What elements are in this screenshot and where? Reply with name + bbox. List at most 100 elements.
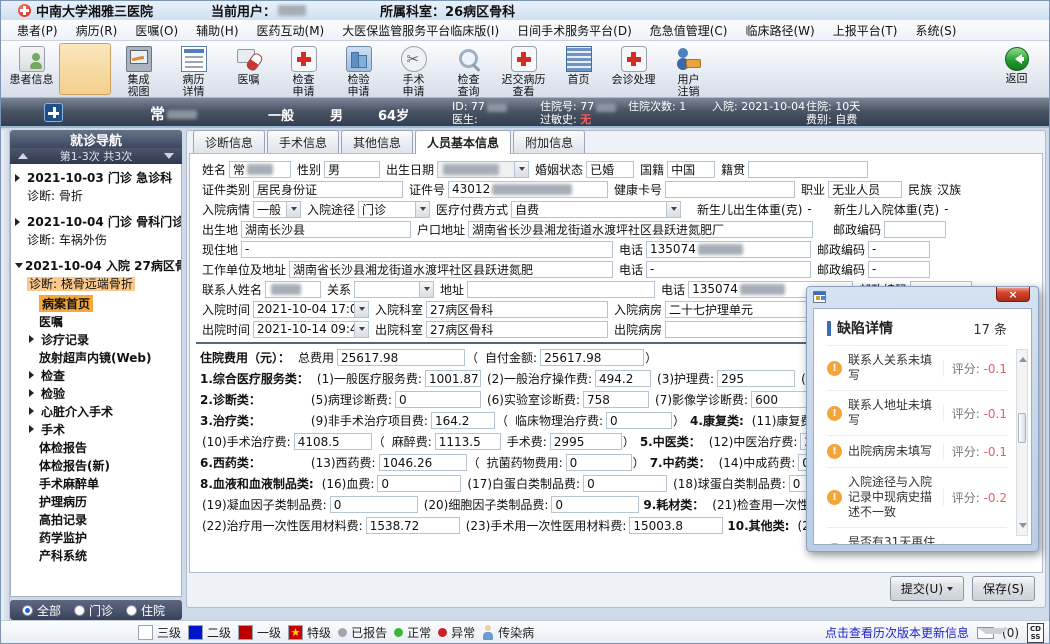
sidebar-item[interactable]: 病案首页 <box>11 294 181 312</box>
homepage-button[interactable]: 首页 <box>551 43 606 98</box>
filter-radio[interactable]: 全部 <box>22 602 61 619</box>
version-info-link[interactable]: 点击查看历次版本更新信息 <box>825 624 969 641</box>
close-button[interactable]: × <box>996 287 1030 302</box>
exam-query-button[interactable]: 检查 查询 <box>441 43 496 98</box>
lab-request-button[interactable]: 检验 申请 <box>331 43 386 98</box>
exam-request-button[interactable]: 检查 申请 <box>276 43 331 98</box>
field-input[interactable] <box>665 181 795 198</box>
field-input[interactable]: 湖南省长沙县湘龙街道水渡坪社区县跃进氮肥厂 <box>468 221 813 238</box>
field-input[interactable]: 门诊 <box>358 201 430 218</box>
save-button[interactable]: 保存(S) <box>972 576 1035 601</box>
late-record-view-button[interactable]: 迟交病历 查看 <box>496 43 551 98</box>
field-input[interactable]: 2021-10-04 17:03 <box>253 301 369 318</box>
sidebar-item[interactable]: 检验 <box>11 384 181 402</box>
user-logout-button[interactable]: 用户 注销 <box>661 43 716 98</box>
field-input[interactable]: 常 <box>229 161 291 178</box>
field-input[interactable]: - <box>646 261 811 278</box>
tab[interactable]: 手术信息 <box>267 130 339 153</box>
sidebar-item[interactable]: 手术 <box>11 420 181 438</box>
patient-info-button[interactable]: 患者信息 <box>4 43 59 98</box>
next-visit-button[interactable] <box>164 153 174 164</box>
submit-button[interactable]: 提交(U) <box>890 576 964 601</box>
expand-arrow-icon[interactable] <box>15 218 24 226</box>
field-input[interactable]: 4108.5 <box>294 433 372 450</box>
field-input[interactable]: 中国 <box>667 161 715 178</box>
field-input[interactable]: 25617.98 <box>540 349 644 366</box>
field-input[interactable]: 43012 <box>448 181 608 198</box>
menu-item[interactable]: 临床路径(W) <box>737 20 824 41</box>
dropdown-arrow-icon[interactable] <box>419 282 433 297</box>
mail-icon[interactable] <box>977 627 994 639</box>
field-input[interactable]: 164.2 <box>431 412 495 429</box>
back-button[interactable]: 返回 <box>989 44 1044 96</box>
menu-item[interactable]: 危急值管理(C) <box>641 20 737 41</box>
sidebar-item[interactable]: 护理病历 <box>11 492 181 510</box>
field-input[interactable]: 494.2 <box>595 370 651 387</box>
field-input[interactable] <box>265 281 321 298</box>
dropdown-arrow-icon[interactable] <box>514 162 528 177</box>
dropdown-arrow-icon[interactable] <box>354 322 368 337</box>
field-input[interactable]: 居民身份证 <box>253 181 403 198</box>
menu-item[interactable]: 上报平台(T) <box>824 20 907 41</box>
consult-handle-button[interactable]: 会诊处理 <box>606 43 661 98</box>
dropdown-arrow-icon[interactable] <box>354 302 368 317</box>
visit-item[interactable]: 2021-10-04 门诊 骨科门诊 <box>11 211 181 231</box>
visit-item[interactable]: 2021-10-03 门诊 急诊科 <box>11 167 181 187</box>
field-input[interactable]: 295 <box>717 370 795 387</box>
field-input[interactable]: 1046.26 <box>379 454 467 471</box>
field-input[interactable]: 1538.72 <box>366 517 460 534</box>
field-input[interactable]: 湖南省长沙县湘龙街道水渡坪社区县跃进氮肥 <box>289 261 613 278</box>
field-input[interactable]: 758 <box>583 391 649 408</box>
sidebar-item[interactable]: 产科系统 <box>11 546 181 564</box>
menu-item[interactable]: 患者(P) <box>8 20 67 41</box>
popup-title-bar[interactable]: × <box>807 287 1038 308</box>
tab[interactable]: 人员基本信息 <box>415 130 511 154</box>
menu-item[interactable]: 医药互动(M) <box>248 20 334 41</box>
field-input[interactable]: 已婚 <box>586 161 634 178</box>
sidebar-item[interactable]: 体检报告(新) <box>11 456 181 474</box>
field-input[interactable]: 15003.8 <box>629 517 723 534</box>
sidebar-item[interactable]: 检查 <box>11 366 181 384</box>
field-input[interactable]: 无业人员 <box>828 181 902 198</box>
visit-item[interactable]: 2021-10-04 入院 27病区骨科 <box>11 255 181 275</box>
field-input[interactable]: 0 <box>583 475 667 492</box>
expand-arrow-icon[interactable] <box>15 263 23 272</box>
field-input[interactable]: 1113.5 <box>435 433 501 450</box>
sidebar-item[interactable]: 体检报告 <box>11 438 181 456</box>
field-input[interactable]: 0 <box>377 475 461 492</box>
menu-item[interactable]: 日间手术服务平台(D) <box>508 20 641 41</box>
scrollbar[interactable] <box>1016 349 1028 536</box>
active-module-button[interactable] <box>59 43 111 95</box>
prev-visit-button[interactable] <box>18 148 28 159</box>
field-input[interactable]: 男 <box>324 161 380 178</box>
menu-item[interactable]: 医嘱(O) <box>126 20 187 41</box>
field-input[interactable]: 2995 <box>550 433 622 450</box>
integrated-view-button[interactable]: 集成 视图 <box>111 43 166 98</box>
field-input[interactable]: 2021-10-14 09:44 <box>253 321 369 338</box>
filter-radio[interactable]: 门诊 <box>74 602 113 619</box>
field-input[interactable]: - <box>241 241 613 258</box>
sidebar-item[interactable]: 医嘱 <box>11 312 181 330</box>
dropdown-arrow-icon[interactable] <box>666 202 680 217</box>
field-input[interactable]: 1001.87 <box>425 370 481 387</box>
expand-arrow-icon[interactable] <box>15 174 24 182</box>
field-input[interactable] <box>884 221 946 238</box>
field-input[interactable]: 25617.98 <box>337 349 465 366</box>
field-input[interactable]: 自费 <box>511 201 681 218</box>
menu-item[interactable]: 辅助(H) <box>187 20 247 41</box>
field-input[interactable]: 600 <box>751 391 807 408</box>
scrollbar-thumb[interactable] <box>1018 413 1026 443</box>
tab[interactable]: 其他信息 <box>341 130 413 153</box>
tab[interactable]: 附加信息 <box>513 130 585 153</box>
menu-item[interactable]: 大医保监管服务平台临床版(I) <box>333 20 508 41</box>
dropdown-arrow-icon[interactable] <box>415 202 429 217</box>
field-input[interactable]: 一般 <box>253 201 301 218</box>
sidebar-item[interactable]: 药学监护 <box>11 528 181 546</box>
surgery-request-button[interactable]: 手术 申请 <box>386 43 441 98</box>
field-input[interactable]: 135074 <box>646 241 811 258</box>
dropdown-arrow-icon[interactable] <box>286 202 300 217</box>
sidebar-item[interactable]: 心脏介入手术 <box>11 402 181 420</box>
menu-item[interactable]: 系统(S) <box>906 20 965 41</box>
scroll-up-icon[interactable] <box>1019 353 1027 362</box>
field-input[interactable]: 0 <box>551 496 639 513</box>
